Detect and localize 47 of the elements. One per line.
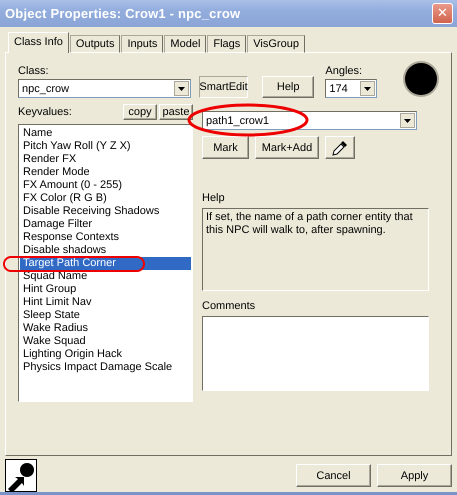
help-text: If set, the name of a path corner entity that this NPC will walk to, after spawning.	[202, 208, 429, 292]
angle-dial-icon[interactable]	[403, 61, 439, 98]
dialog-button[interactable]: Apply	[377, 464, 452, 487]
list-item[interactable]: Pitch Yaw Roll (Y Z X)	[20, 140, 191, 154]
list-item[interactable]: Disable shadows	[20, 244, 191, 258]
dialog-button[interactable]: Cancel	[296, 464, 371, 487]
list-item[interactable]: Sleep State	[20, 309, 191, 322]
copy-button[interactable]: copy	[123, 104, 157, 120]
list-item[interactable]: Squad Name	[20, 270, 191, 284]
list-item[interactable]: Damage Filter	[20, 218, 191, 232]
comments-field[interactable]	[202, 316, 429, 392]
help-label: Help	[202, 192, 226, 204]
mark-add-button[interactable]: Mark+Add	[255, 136, 319, 160]
list-item[interactable]: Disable Receiving Shadows	[20, 205, 191, 218]
list-item[interactable]: Hint Limit Nav	[20, 296, 191, 310]
list-item[interactable]: Target Path Corner	[20, 257, 191, 270]
copy-button[interactable]: paste	[159, 104, 193, 120]
list-item[interactable]: Lighting Origin Hack	[20, 348, 191, 362]
list-item[interactable]: Response Contexts	[20, 231, 191, 244]
value-dropdown[interactable]: path1_crow1	[202, 111, 417, 130]
list-item[interactable]: Render Mode	[20, 166, 191, 180]
angles-dropdown[interactable]: 174	[325, 79, 378, 98]
mark-button[interactable]: Mark	[202, 136, 249, 160]
class-dropdown[interactable]: npc_crow	[18, 79, 191, 98]
list-item[interactable]: Wake Squad	[20, 335, 191, 348]
tab[interactable]: Model	[164, 35, 206, 54]
eyedropper-button[interactable]	[325, 136, 355, 160]
tab[interactable]: Flags	[207, 35, 246, 54]
tab[interactable]: VisGroup	[247, 35, 305, 54]
entity-pointer-icon	[5, 459, 37, 492]
list-item[interactable]: FX Color (R G B)	[20, 192, 191, 206]
list-item[interactable]: FX Amount (0 - 255)	[20, 179, 191, 192]
help-button[interactable]: Help	[262, 76, 314, 98]
tab[interactable]: Inputs	[121, 35, 164, 54]
angles-label: Angles:	[325, 65, 364, 78]
list-item[interactable]: Physics Impact Damage Scale	[20, 361, 191, 374]
list-item[interactable]: Hint Group	[20, 283, 191, 296]
tab[interactable]: Outputs	[70, 35, 120, 54]
list-item[interactable]: Name	[20, 127, 191, 140]
list-item[interactable]: Wake Radius	[20, 322, 191, 336]
list-item[interactable]: Render FX	[20, 153, 191, 166]
keyvalues-label: Keyvalues:	[18, 106, 72, 118]
class-label: Class:	[18, 65, 50, 78]
window-title: Object Properties: Crow1 - npc_crow	[5, 6, 240, 21]
tab[interactable]: Class Info	[8, 32, 69, 54]
comments-label: Comments	[202, 300, 256, 312]
smartedit-button[interactable]: SmartEdit	[199, 76, 248, 98]
